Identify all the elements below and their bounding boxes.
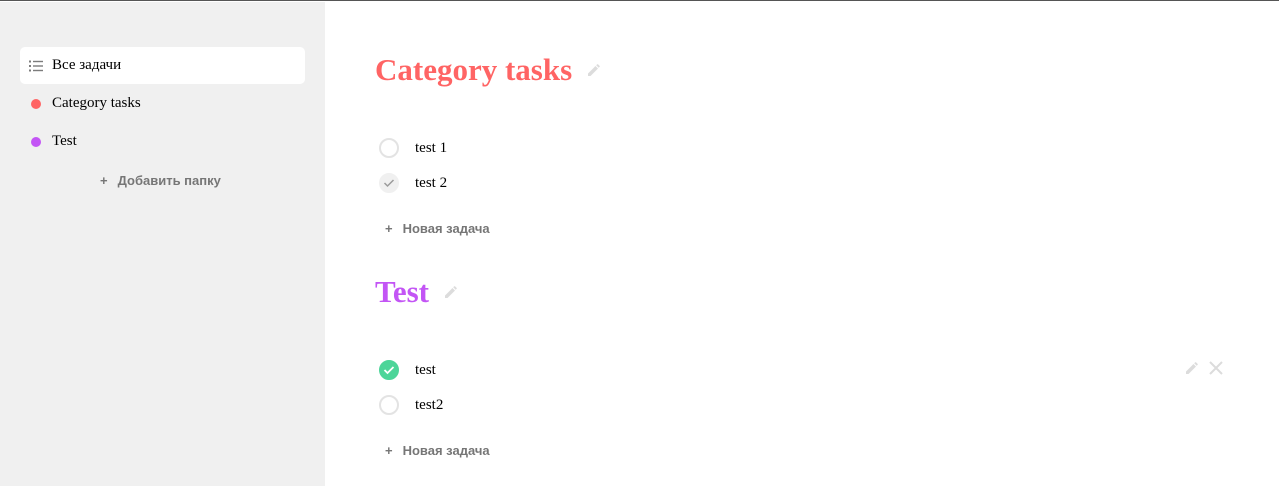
sidebar-item-test[interactable]: Test	[20, 123, 305, 160]
add-folder-button[interactable]: + Добавить папку	[100, 173, 221, 188]
task-row: test 2	[379, 170, 1224, 196]
add-task-label: Новая задача	[402, 443, 490, 458]
edit-title-icon[interactable]	[443, 284, 459, 300]
task-checkbox[interactable]	[379, 395, 399, 415]
task-text: test	[415, 361, 436, 378]
list-icon	[20, 60, 52, 72]
task-checkbox[interactable]	[379, 173, 399, 193]
sidebar-item-label: Category tasks	[52, 95, 141, 111]
add-task-button[interactable]: + Новая задача	[385, 221, 490, 236]
task-checkbox[interactable]	[379, 138, 399, 158]
add-task-label: Новая задача	[402, 221, 490, 236]
folder-color-dot	[31, 98, 41, 109]
task-row: test	[379, 357, 1224, 383]
sidebar-item-label: Test	[52, 133, 77, 149]
task-text: test 2	[415, 174, 448, 191]
task-row: test2	[379, 392, 1224, 418]
task-checkbox[interactable]	[379, 360, 399, 380]
sidebar-item-category-tasks[interactable]: Category tasks	[20, 85, 305, 122]
checkmark-icon	[383, 179, 395, 188]
category-title: Test	[375, 274, 459, 310]
folder-color-dot	[31, 136, 41, 147]
category-title-text: Test	[375, 274, 429, 309]
main-content: Category tasks test 1 test 2 + Новая зад…	[325, 2, 1279, 486]
plus-icon: +	[385, 221, 393, 236]
edit-title-icon[interactable]	[586, 62, 602, 78]
category-title-text: Category tasks	[375, 52, 573, 87]
task-text: test2	[415, 396, 444, 413]
sidebar: Все задачи Category tasks Test + Добавит…	[0, 2, 325, 486]
sidebar-item-label: Все задачи	[52, 57, 122, 73]
checkmark-icon	[383, 366, 395, 375]
category-title: Category tasks	[375, 52, 602, 88]
task-actions	[1184, 360, 1224, 381]
add-folder-label: Добавить папку	[117, 173, 221, 188]
add-task-button[interactable]: + Новая задача	[385, 443, 490, 458]
task-row: test 1	[379, 135, 1224, 161]
sidebar-item-all-tasks[interactable]: Все задачи	[20, 47, 305, 84]
plus-icon: +	[100, 173, 108, 188]
task-text: test 1	[415, 139, 448, 156]
plus-icon: +	[385, 443, 393, 458]
delete-task-icon[interactable]	[1208, 360, 1224, 381]
edit-task-icon[interactable]	[1184, 360, 1200, 381]
